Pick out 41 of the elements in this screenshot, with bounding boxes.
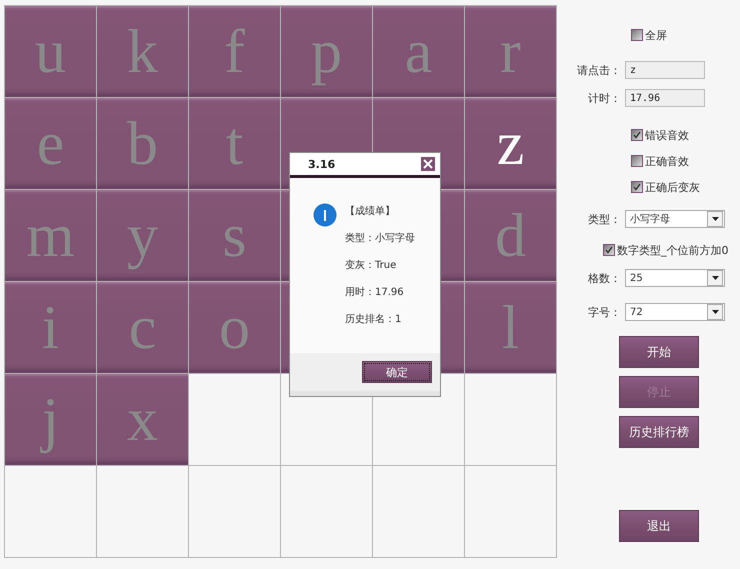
result-text: 历史排名：1 bbox=[345, 313, 402, 326]
result-text: 类型：小写字母 bbox=[345, 232, 415, 245]
caret-icon bbox=[707, 211, 723, 227]
dropdown[interactable]: 小写字母 bbox=[625, 210, 725, 228]
checkbox[interactable] bbox=[631, 181, 643, 193]
checkbox[interactable] bbox=[631, 155, 643, 167]
result-text: 用时：17.96 bbox=[345, 286, 405, 299]
exit-button[interactable]: 退出 bbox=[619, 510, 699, 542]
dropdown[interactable]: 72 bbox=[625, 303, 725, 321]
select-label: 格数： bbox=[587, 270, 622, 286]
input-field[interactable]: 17.96 bbox=[625, 89, 705, 107]
action-button[interactable]: 开始 bbox=[619, 336, 699, 368]
check-icon bbox=[633, 131, 641, 139]
info-icon bbox=[313, 203, 337, 227]
checkbox-label: 全屏 bbox=[645, 28, 667, 42]
action-button[interactable]: 历史排行榜 bbox=[619, 416, 699, 448]
close-icon bbox=[423, 159, 433, 169]
checkbox[interactable] bbox=[631, 29, 643, 41]
close-button[interactable] bbox=[421, 157, 435, 171]
field-label: 请点击： bbox=[576, 62, 622, 78]
checkbox-label: 数字类型_个位前方加0 bbox=[617, 242, 728, 258]
letter-tile[interactable]: z bbox=[465, 98, 556, 189]
checkbox-label: 正确后变灰 bbox=[645, 180, 700, 194]
checkbox-label: 错误音效 bbox=[645, 128, 689, 142]
checkbox[interactable] bbox=[631, 129, 643, 141]
field-label: 计时： bbox=[587, 90, 622, 106]
dialog-title: 3.16 bbox=[308, 158, 336, 170]
input-field[interactable]: z bbox=[625, 61, 705, 79]
select-label: 类型： bbox=[587, 212, 622, 226]
result-text: 变灰：True bbox=[345, 259, 398, 272]
caret-icon bbox=[707, 304, 723, 320]
caret-icon bbox=[707, 270, 723, 286]
check-icon bbox=[605, 246, 613, 254]
checkbox[interactable] bbox=[603, 244, 615, 256]
tile-letter: z bbox=[496, 112, 524, 174]
check-icon bbox=[633, 183, 641, 191]
dropdown[interactable]: 25 bbox=[625, 269, 725, 287]
select-label: 字号： bbox=[587, 304, 622, 320]
ok-button[interactable]: 确定 bbox=[362, 361, 432, 383]
result-text: 【成绩单】 bbox=[345, 205, 396, 218]
checkbox-label: 正确音效 bbox=[645, 154, 689, 168]
